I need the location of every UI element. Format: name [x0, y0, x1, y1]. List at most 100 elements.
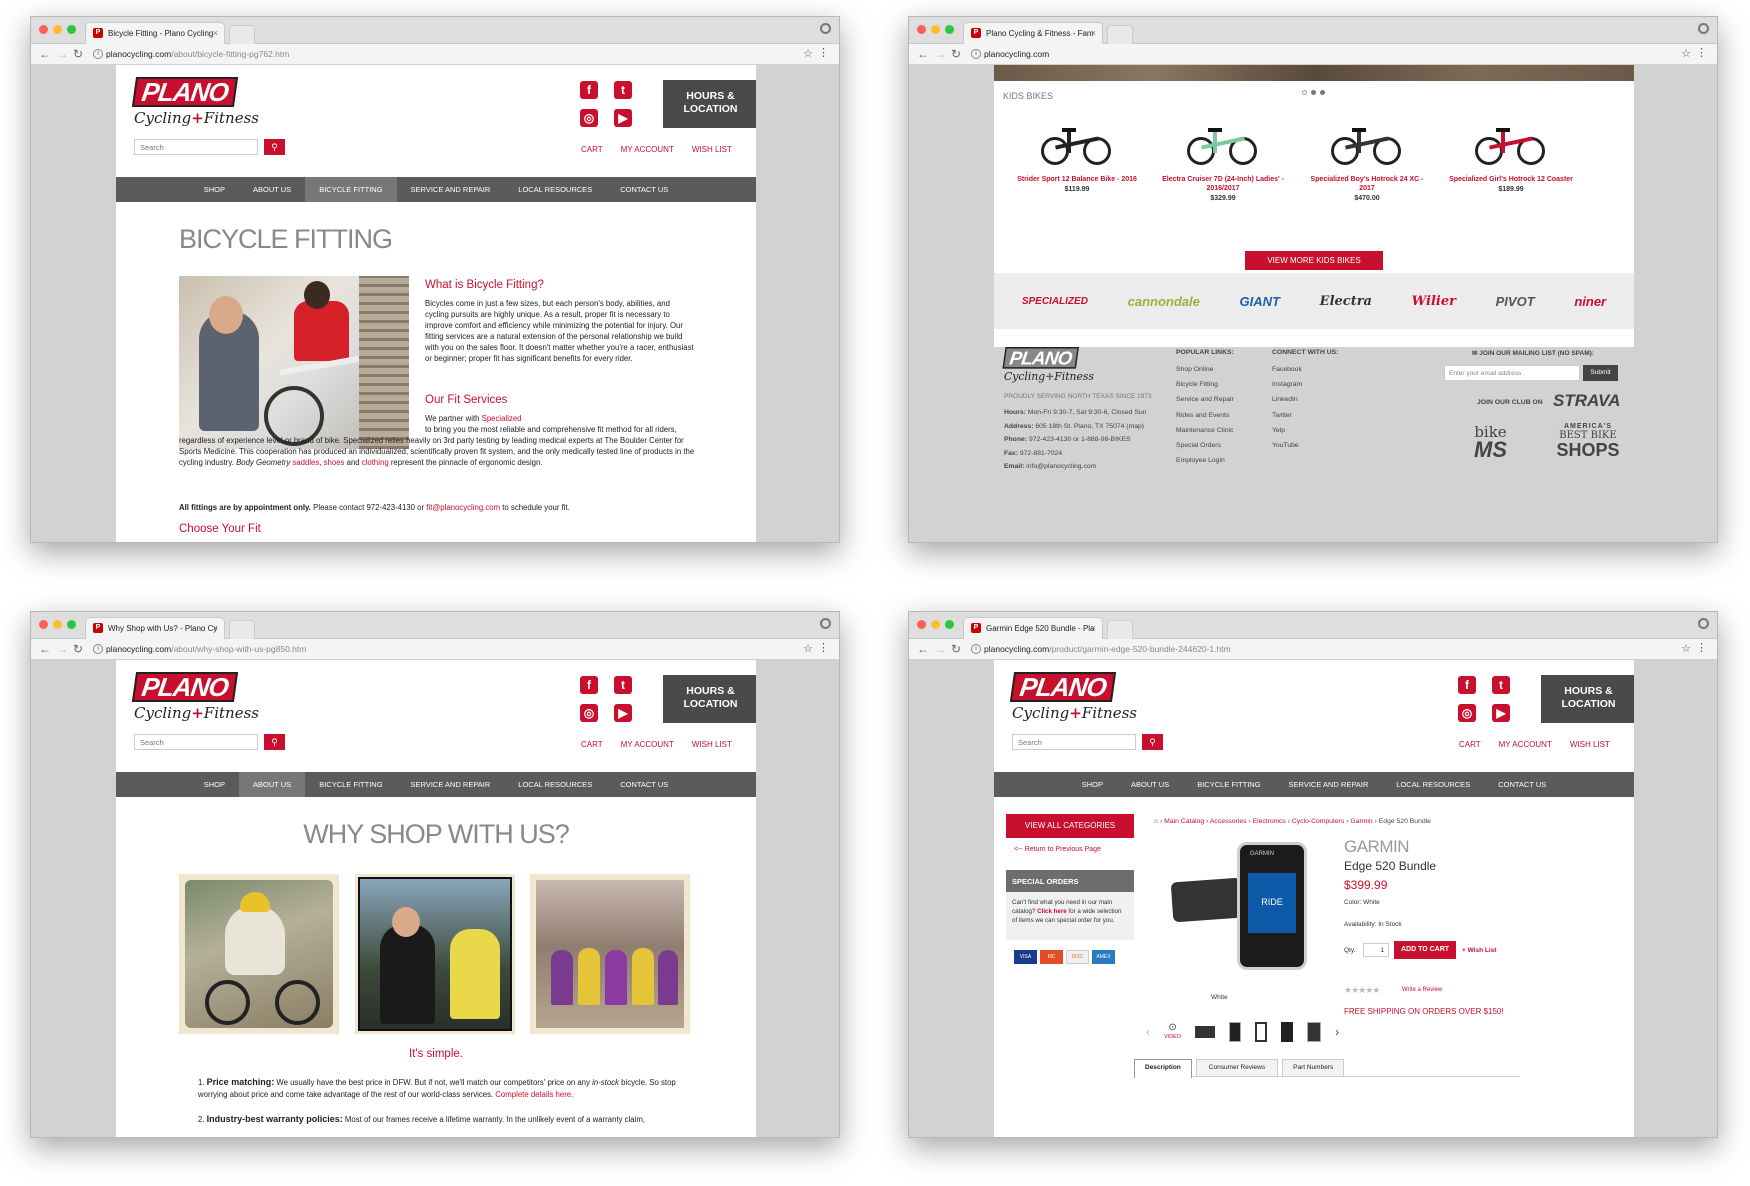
- breadcrumb-garmin[interactable]: Garmin: [1350, 818, 1372, 825]
- footer-logo[interactable]: PLANO Cycling+Fitness: [1002, 347, 1094, 383]
- wish-list-link[interactable]: WISH LIST: [692, 145, 732, 154]
- nav-bicycle-fitting[interactable]: BICYCLE FITTING: [305, 772, 396, 797]
- product-card[interactable]: Strider Sport 12 Balance Bike - 2016 $119…: [1012, 113, 1142, 193]
- social-link[interactable]: LinkedIn: [1272, 392, 1338, 407]
- bookmark-star-icon[interactable]: ☆: [803, 47, 813, 60]
- product-name[interactable]: Specialized Girl's Hotrock 12 Coaster: [1446, 175, 1576, 184]
- carousel-dot[interactable]: [1311, 90, 1316, 95]
- cart-link[interactable]: CART: [581, 145, 603, 154]
- bike-ms-logo[interactable]: bike MS: [1474, 423, 1507, 463]
- search-input[interactable]: Search: [1012, 734, 1136, 750]
- nav-service-repair[interactable]: SERVICE AND REPAIR: [397, 772, 505, 797]
- forward-icon[interactable]: →: [56, 47, 68, 61]
- social-link[interactable]: Facebook: [1272, 362, 1338, 377]
- site-logo[interactable]: PLANO Cycling+Fitness: [131, 77, 259, 127]
- social-link[interactable]: Instagram: [1272, 377, 1338, 392]
- new-tab-button[interactable]: [1107, 25, 1133, 44]
- saddles-link[interactable]: saddles: [292, 458, 319, 467]
- minimize-dot[interactable]: [53, 25, 62, 34]
- facebook-icon[interactable]: f: [1458, 676, 1476, 694]
- social-link[interactable]: Twitter: [1272, 408, 1338, 423]
- bookmark-star-icon[interactable]: ☆: [803, 642, 813, 655]
- nav-local-resources[interactable]: LOCAL RESOURCES: [504, 772, 606, 797]
- nav-shop[interactable]: SHOP: [190, 177, 239, 202]
- youtube-icon[interactable]: ▶: [1492, 704, 1510, 722]
- url-field[interactable]: planocycling.com/about/bicycle-fitting-p…: [106, 49, 289, 59]
- minimize-dot[interactable]: [931, 620, 940, 629]
- twitter-icon[interactable]: t: [614, 676, 632, 694]
- electra-logo[interactable]: Electra: [1320, 294, 1372, 309]
- breadcrumb-electronics[interactable]: Electronics: [1253, 818, 1286, 825]
- footer-link[interactable]: Special Orders: [1176, 438, 1234, 453]
- close-tab-icon[interactable]: ×: [1091, 623, 1096, 633]
- wish-list-link[interactable]: WISH LIST: [1570, 740, 1610, 749]
- thumb-next-icon[interactable]: ›: [1335, 1025, 1339, 1039]
- my-account-link[interactable]: MY ACCOUNT: [1499, 740, 1552, 749]
- profile-icon[interactable]: [820, 23, 831, 34]
- reload-icon[interactable]: ↻: [951, 47, 961, 61]
- hours-location-button[interactable]: HOURS & LOCATION: [1541, 675, 1634, 723]
- browser-menu-icon[interactable]: ⋮: [1696, 641, 1707, 654]
- product-card[interactable]: Specialized Girl's Hotrock 12 Coaster $18…: [1446, 113, 1576, 193]
- nav-contact-us[interactable]: CONTACT US: [606, 177, 682, 202]
- reload-icon[interactable]: ↻: [73, 47, 83, 61]
- close-dot[interactable]: [39, 25, 48, 34]
- clothing-link[interactable]: clothing: [362, 458, 389, 467]
- carousel-dot[interactable]: [1302, 90, 1307, 95]
- profile-icon[interactable]: [1698, 23, 1709, 34]
- nav-contact-us[interactable]: CONTACT US: [1484, 772, 1560, 797]
- site-logo[interactable]: PLANO Cycling+Fitness: [1009, 672, 1137, 722]
- wilier-logo[interactable]: Wilier: [1412, 294, 1456, 309]
- thumbnail[interactable]: [1255, 1022, 1268, 1042]
- browser-tab[interactable]: P Bicycle Fitting - Plano Cycling ×: [85, 22, 225, 44]
- special-order-link[interactable]: Click here: [1037, 908, 1067, 915]
- thumbnail[interactable]: [1307, 1022, 1322, 1042]
- url-field[interactable]: planocycling.com/product/garmin-edge-520…: [984, 644, 1231, 654]
- carousel-dot[interactable]: [1320, 90, 1325, 95]
- site-logo[interactable]: PLANO Cycling+Fitness: [131, 672, 259, 722]
- browser-tab[interactable]: P Plano Cycling & Fitness - Fam ×: [963, 22, 1103, 44]
- browser-menu-icon[interactable]: ⋮: [1696, 46, 1707, 59]
- close-tab-icon[interactable]: ×: [1091, 28, 1096, 38]
- cart-link[interactable]: CART: [1459, 740, 1481, 749]
- social-link[interactable]: YouTube: [1272, 438, 1338, 453]
- nav-about-us[interactable]: ABOUT US: [1117, 772, 1183, 797]
- nav-bicycle-fitting[interactable]: BICYCLE FITTING: [1183, 772, 1274, 797]
- thumb-prev-icon[interactable]: ‹: [1146, 1025, 1150, 1039]
- specialized-logo[interactable]: SPECIALIZED: [1022, 296, 1088, 307]
- maximize-dot[interactable]: [67, 620, 76, 629]
- instagram-icon[interactable]: ◎: [1458, 704, 1476, 722]
- write-review-link[interactable]: Write a Review: [1402, 987, 1442, 993]
- new-tab-button[interactable]: [1107, 620, 1133, 639]
- fit-email-link[interactable]: fit@planocycling.com: [426, 503, 500, 512]
- hours-location-button[interactable]: HOURS & LOCATION: [663, 675, 756, 723]
- product-name[interactable]: Electra Cruiser 7D (24-Inch) Ladies' - 2…: [1158, 175, 1288, 193]
- add-to-cart-button[interactable]: ADD TO CART: [1394, 941, 1456, 959]
- forward-icon[interactable]: →: [934, 47, 946, 61]
- search-button[interactable]: ⚲: [264, 734, 285, 750]
- bookmark-star-icon[interactable]: ☆: [1681, 642, 1691, 655]
- strava-logo[interactable]: STRAVA: [1553, 391, 1620, 411]
- close-dot[interactable]: [917, 620, 926, 629]
- search-button[interactable]: ⚲: [264, 139, 285, 155]
- thumbnail[interactable]: [1281, 1022, 1294, 1042]
- my-account-link[interactable]: MY ACCOUNT: [621, 145, 674, 154]
- search-button[interactable]: ⚲: [1142, 734, 1163, 750]
- maximize-dot[interactable]: [945, 25, 954, 34]
- nav-bicycle-fitting[interactable]: BICYCLE FITTING: [305, 177, 397, 202]
- facebook-icon[interactable]: f: [580, 676, 598, 694]
- profile-icon[interactable]: [820, 618, 831, 629]
- profile-icon[interactable]: [1698, 618, 1709, 629]
- info-icon[interactable]: i: [93, 644, 103, 654]
- wish-list-link[interactable]: WISH LIST: [692, 740, 732, 749]
- close-dot[interactable]: [39, 620, 48, 629]
- footer-link[interactable]: Employee Login: [1176, 453, 1234, 468]
- view-more-kids-bikes-button[interactable]: VIEW MORE KIDS BIKES: [1245, 251, 1383, 270]
- nav-about-us[interactable]: ABOUT US: [239, 177, 305, 202]
- info-icon[interactable]: i: [971, 49, 981, 59]
- twitter-icon[interactable]: t: [614, 81, 632, 99]
- maximize-dot[interactable]: [67, 25, 76, 34]
- close-dot[interactable]: [917, 25, 926, 34]
- url-field[interactable]: planocycling.com/about/why-shop-with-us-…: [106, 644, 306, 654]
- breadcrumb-accessories[interactable]: Accessories: [1210, 818, 1247, 825]
